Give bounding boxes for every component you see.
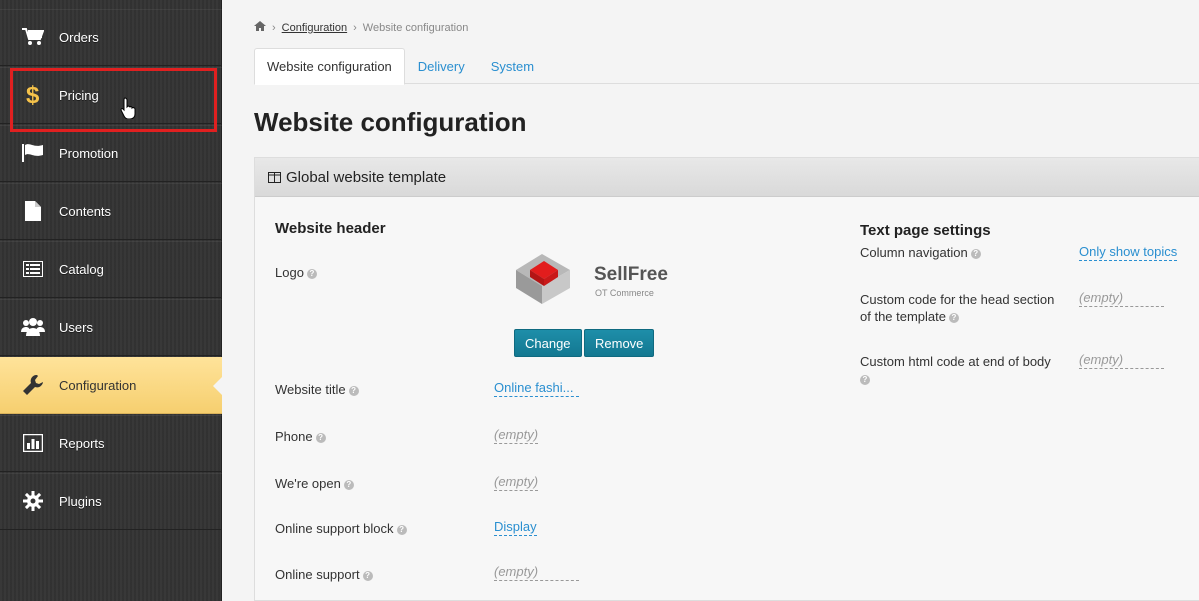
phone-value[interactable]: (empty) — [494, 427, 539, 444]
page-title: Website configuration — [254, 107, 527, 137]
were-open-label: We're open? — [275, 475, 354, 492]
online-support-value[interactable]: (empty) — [494, 564, 579, 581]
sidebar-item-label: Pricing — [59, 87, 99, 103]
tab-system[interactable]: System — [478, 48, 547, 84]
cart-icon — [19, 28, 47, 46]
website-title-label: Website title? — [275, 381, 359, 398]
sidebar-item-reports[interactable]: Reports — [0, 415, 222, 472]
tab-website-configuration[interactable]: Website configuration — [254, 48, 405, 85]
body-code-label: Custom html code at end of body? — [860, 354, 1051, 385]
help-icon[interactable]: ? — [343, 479, 354, 490]
sidebar-item-promotion[interactable]: Promotion — [0, 125, 222, 182]
sidebar-item-label: Plugins — [59, 493, 102, 509]
bar-chart-icon — [19, 434, 47, 452]
tab-delivery[interactable]: Delivery — [405, 48, 478, 84]
were-open-value[interactable]: (empty) — [494, 474, 539, 491]
sidebar-item-catalog[interactable]: Catalog — [0, 241, 222, 298]
head-code-value[interactable]: (empty) — [1079, 290, 1164, 307]
columns-icon — [268, 171, 281, 183]
help-icon[interactable]: ? — [970, 248, 981, 259]
sidebar-item-label: Configuration — [59, 377, 137, 393]
sidebar-item-label: Users — [59, 319, 93, 335]
sidebar-item-plugins[interactable]: Plugins — [0, 473, 222, 530]
document-icon — [19, 201, 47, 221]
online-support-label: Online support? — [275, 566, 373, 583]
help-icon[interactable]: ? — [949, 312, 959, 323]
help-icon[interactable]: ? — [315, 432, 326, 443]
svg-text:$: $ — [26, 83, 40, 107]
breadcrumb-separator: › — [272, 21, 276, 34]
sidebar-item-label: Promotion — [59, 145, 119, 161]
users-icon — [19, 318, 47, 336]
svg-text:SellFree: SellFree — [594, 264, 668, 285]
column-navigation-value[interactable]: Only show topics — [1079, 244, 1178, 261]
flag-icon — [19, 144, 47, 162]
breadcrumb-separator: › — [353, 21, 357, 34]
sidebar-item-label: Reports — [59, 435, 105, 451]
sidebar: Orders $ Pricing Promotion Contents Cata… — [0, 0, 223, 601]
panel-header[interactable]: Global website template — [255, 158, 1199, 197]
sidebar-item-label: Orders — [59, 29, 99, 45]
breadcrumb-link-configuration[interactable]: Configuration — [282, 22, 347, 34]
tab-bar: Website configuration Delivery System — [254, 48, 1199, 85]
phone-label: Phone? — [275, 428, 326, 445]
help-icon[interactable]: ? — [362, 570, 373, 581]
sidebar-item-label: Contents — [59, 203, 112, 219]
logo-label: Logo? — [275, 264, 317, 281]
wrench-icon — [19, 374, 47, 396]
website-title-value[interactable]: Online fashi... — [494, 380, 579, 397]
sidebar-item-contents[interactable]: Contents — [0, 183, 222, 240]
head-code-label: Custom code for the head section of the t… — [860, 292, 1055, 324]
panel-title: Global website template — [286, 168, 447, 186]
home-icon[interactable] — [254, 21, 266, 34]
text-page-settings-title: Text page settings — [860, 222, 991, 239]
remove-logo-button[interactable]: Remove — [584, 329, 655, 357]
sidebar-item-pricing[interactable]: $ Pricing — [0, 67, 222, 124]
online-support-block-label: Online support block? — [275, 520, 407, 537]
gear-icon — [19, 491, 47, 511]
breadcrumb-current: Website configuration — [362, 21, 469, 34]
online-support-block-value[interactable]: Display — [494, 519, 537, 536]
sidebar-item-orders[interactable]: Orders — [0, 9, 222, 66]
breadcrumb: › Configuration › Website configuration — [254, 21, 468, 34]
dollar-icon: $ — [19, 83, 47, 107]
body-code-value[interactable]: (empty) — [1079, 352, 1164, 369]
sidebar-item-configuration[interactable]: Configuration — [0, 357, 223, 414]
sellfree-logo: SellFree OT Commerce — [516, 254, 668, 304]
help-icon[interactable]: ? — [306, 268, 317, 279]
help-icon[interactable]: ? — [396, 524, 407, 535]
column-navigation-label: Column navigation? — [860, 244, 981, 261]
sidebar-item-users[interactable]: Users — [0, 299, 222, 356]
change-logo-button[interactable]: Change — [514, 329, 582, 357]
list-icon — [19, 261, 47, 277]
hand-cursor-icon — [120, 97, 136, 119]
website-header-title: Website header — [275, 220, 386, 237]
svg-text:OT Commerce: OT Commerce — [595, 288, 654, 298]
sidebar-item-label: Catalog — [59, 261, 104, 277]
help-icon[interactable]: ? — [860, 374, 870, 385]
help-icon[interactable]: ? — [348, 385, 359, 396]
